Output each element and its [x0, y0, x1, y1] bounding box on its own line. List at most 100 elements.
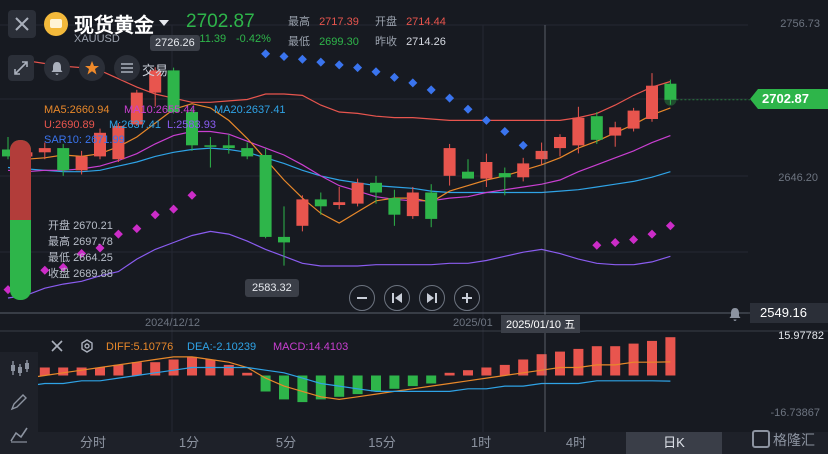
candle-body [351, 182, 364, 204]
sar-point [610, 237, 620, 247]
sar-point [316, 57, 326, 67]
macd-bar [665, 337, 676, 376]
star-icon [85, 61, 99, 75]
macd-bar [628, 343, 639, 376]
candle-body [222, 145, 235, 149]
macd-axis-top: 15.97782 [778, 330, 824, 342]
candle-body [278, 236, 290, 243]
sar-point [389, 72, 399, 82]
zoom-in-button[interactable] [454, 285, 480, 311]
popup-open-value: 2670.21 [73, 220, 113, 232]
trade-button[interactable]: 交易 [114, 55, 174, 81]
candle-body [314, 199, 327, 207]
macd-value-label: MACD:14.4103 [273, 341, 349, 353]
stat-prev-close: 昨收 2714.26 [375, 33, 446, 49]
stat-high: 最高 2717.39 [288, 13, 359, 29]
stat-low-label: 最低 [288, 36, 310, 48]
draw-tool-button[interactable] [10, 393, 28, 416]
macd-bar [58, 367, 69, 376]
alert-button[interactable] [44, 55, 70, 81]
sar-point [463, 104, 473, 114]
macd-bar [168, 359, 179, 376]
popup-high: 最高 2697.78 [48, 234, 113, 250]
bell-icon [51, 62, 63, 75]
expand-icon [14, 61, 28, 75]
step-back-button[interactable] [384, 285, 410, 311]
tab-5min[interactable]: 5分 [255, 432, 317, 454]
min-price-callout: 2583.32 [245, 279, 299, 297]
candle-body [646, 85, 658, 119]
macd-axis-bottom: -16.73867 [770, 407, 820, 419]
candle-body [204, 145, 217, 147]
step-forward-icon [427, 293, 437, 303]
step-back-icon [392, 293, 402, 303]
date-axis-left: 2024/12/12 [145, 317, 201, 329]
menu-icon [114, 55, 140, 81]
macd-bar [223, 364, 234, 376]
candle-body [425, 192, 438, 219]
close-button[interactable] [8, 10, 36, 38]
sar-point [279, 52, 289, 62]
zoom-out-button[interactable] [349, 285, 375, 311]
macd-dea-label: DEA:-2.10239 [187, 341, 257, 353]
last-price-glow [664, 93, 677, 106]
position-slider-short [10, 140, 31, 220]
macd-bar [131, 362, 142, 376]
macd-diff-label: DIFF:5.10776 [106, 341, 174, 353]
favorite-button[interactable] [79, 55, 105, 81]
sar-point [297, 54, 307, 64]
crosshair-date-tag: 2025/01/10 五 [501, 315, 581, 333]
sar-point [518, 140, 528, 150]
macd-close-button[interactable] [50, 339, 64, 358]
sar-point [169, 204, 179, 214]
chevron-down-icon[interactable] [159, 20, 169, 26]
watermark-text: 格隆汇 [773, 432, 815, 448]
position-slider[interactable] [10, 140, 31, 300]
close-icon [15, 17, 29, 31]
indicator-tool-button[interactable] [9, 359, 31, 382]
tab-1min[interactable]: 1分 [158, 432, 220, 454]
candle-body [75, 156, 88, 171]
tab-daily[interactable]: 日K [626, 432, 722, 454]
stat-prev-close-value: 2714.26 [406, 36, 446, 48]
candle-body [370, 182, 382, 193]
candle-body [333, 202, 346, 205]
macd-bar [573, 348, 584, 376]
tab-1hour[interactable]: 1时 [450, 432, 512, 454]
price-alert-button[interactable] [724, 303, 746, 325]
price-axis-mid: 2646.20 [778, 172, 818, 184]
popup-high-value: 2697.78 [73, 236, 113, 248]
macd-settings-button[interactable] [80, 339, 94, 358]
popup-open: 开盘 2670.21 [48, 218, 113, 234]
candlestick-icon [11, 360, 29, 376]
tab-15min[interactable]: 15分 [351, 432, 413, 454]
macd-bar [39, 367, 50, 376]
candle-body [498, 173, 511, 178]
macd-bar [426, 375, 437, 384]
trend-tool-button[interactable] [10, 425, 28, 448]
sar-point [592, 240, 602, 250]
candle-body [572, 117, 585, 146]
sar-label: SAR10: 2671.99 [44, 134, 125, 146]
popup-low-value: 2664.25 [73, 252, 113, 264]
stat-high-value: 2717.39 [319, 16, 359, 28]
stat-open-value: 2714.44 [406, 16, 446, 28]
candle-body [609, 127, 622, 136]
macd-bar [242, 372, 253, 376]
sar-point [113, 229, 123, 239]
candle-body [241, 148, 254, 157]
tab-intraday[interactable]: 分时 [62, 432, 124, 454]
sar-point [629, 235, 639, 245]
candle-body [296, 199, 309, 226]
stat-open-label: 开盘 [375, 16, 397, 28]
symbol-code: XAUUSD [74, 33, 120, 45]
tab-4hour[interactable]: 4时 [545, 432, 607, 454]
candle-body [462, 171, 474, 179]
fullscreen-button[interactable] [8, 55, 34, 81]
list-icon [121, 63, 133, 73]
sar-point [665, 221, 675, 231]
watermark-icon [752, 430, 770, 448]
step-forward-button[interactable] [419, 285, 445, 311]
stat-low-value: 2699.30 [319, 36, 359, 48]
sar-point [334, 60, 344, 70]
